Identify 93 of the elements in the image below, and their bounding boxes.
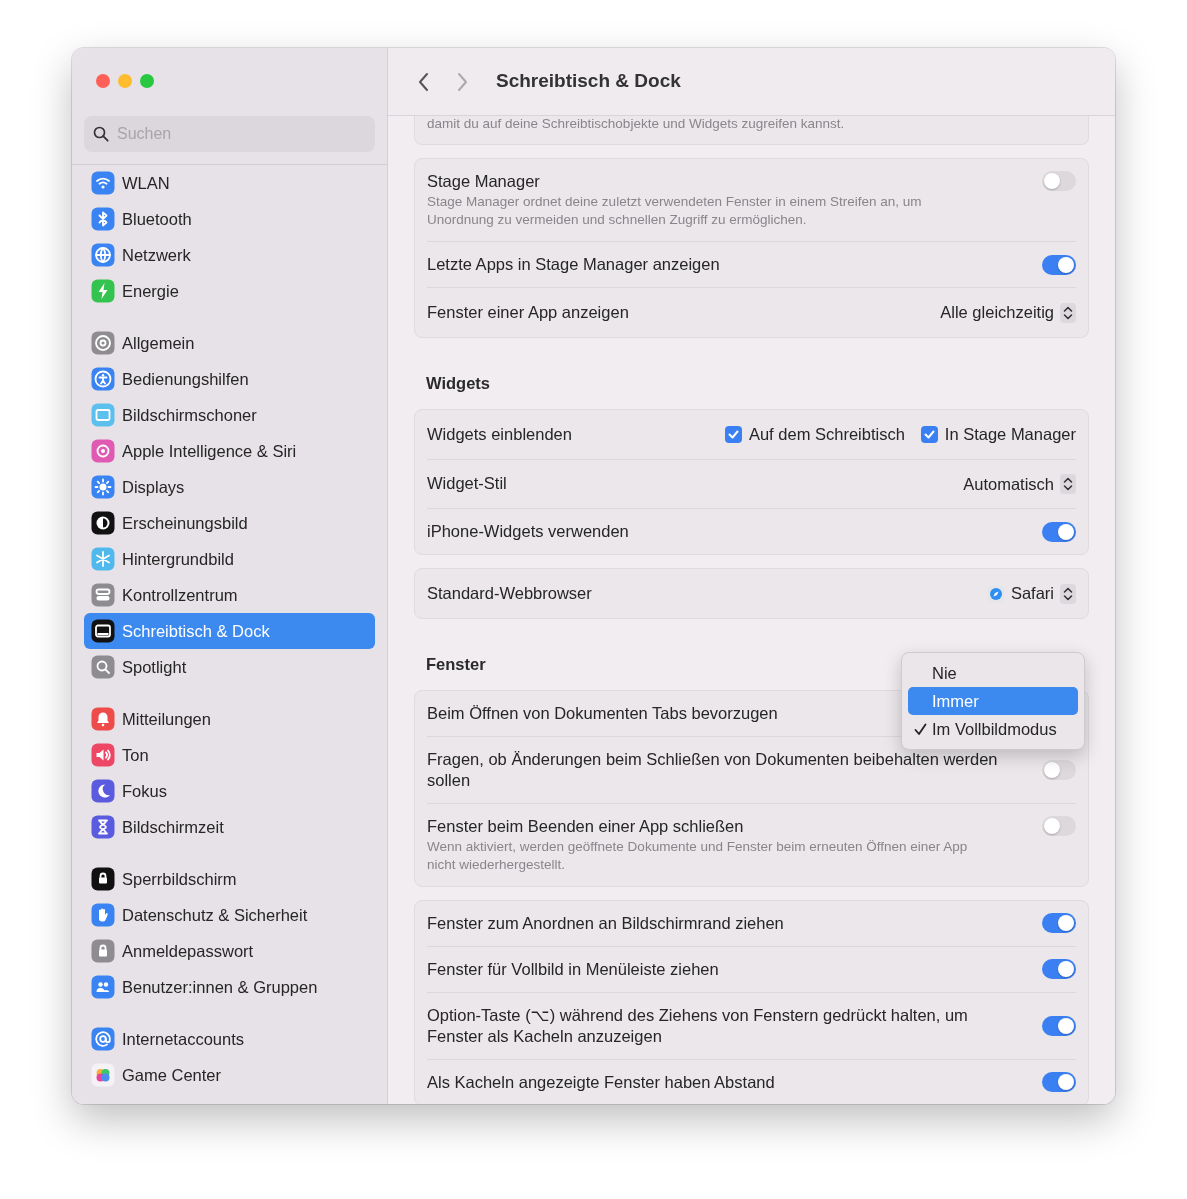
sidebar-item[interactable]: Spotlight — [84, 649, 375, 685]
setting-label: Als Kacheln angezeigte Fenster haben Abstand — [427, 1071, 775, 1093]
toggle-switch[interactable] — [1042, 1015, 1076, 1036]
globe-icon — [91, 243, 115, 267]
sidebar-item[interactable]: Benutzer:innen & Gruppen — [84, 969, 375, 1005]
checkbox[interactable] — [920, 425, 938, 443]
sun-icon — [91, 475, 115, 499]
description-text: damit du auf deine Schreibtischobjekte und Widgets zugreifen kannst. — [427, 116, 846, 133]
toggle-switch[interactable] — [1042, 171, 1076, 192]
setting-description: Wenn aktiviert, werden geöffnete Dokumente und Fenster beim erneuten Öffnen einer App nicht wiederhergestellt. — [427, 837, 969, 874]
section-heading: Widgets — [426, 373, 491, 394]
setting-label: Option-Taste (⌥) während des Ziehens von Fenstern gedrückt halten, um Fenster als Kacheln anzuzeigen — [427, 1004, 969, 1047]
sidebar-item[interactable]: Sperrbildschirm — [84, 861, 375, 897]
lightning-icon — [91, 279, 115, 303]
sidebar-item[interactable]: Netzwerk — [84, 237, 375, 273]
setting-label: Beim Öffnen von Dokumenten Tabs bevorzugen — [427, 702, 778, 724]
menu-item[interactable]: Im Vollbildmodus — [908, 715, 1078, 743]
chevron-left-icon — [418, 71, 430, 92]
sidebar-item[interactable]: Displays — [84, 469, 375, 505]
up-down-chevron-icon — [1060, 473, 1076, 494]
toggle-switch[interactable] — [1042, 521, 1076, 542]
setting-label: Fenster einer App anzeigen — [427, 302, 629, 324]
setting-label: Fragen, ob Änderungen beim Schließen von Dokumenten beibehalten werden sollen — [427, 748, 999, 791]
sidebar-item[interactable]: Anmeldepasswort — [84, 933, 375, 969]
search-icon — [91, 655, 115, 679]
sidebar-item[interactable]: Energie — [84, 273, 375, 309]
sidebar-item[interactable]: Ton — [84, 737, 375, 773]
accessibility-icon — [91, 367, 115, 391]
sidebar-item[interactable]: Bedienungshilfen — [84, 361, 375, 397]
sidebar-item[interactable]: Datenschutz & Sicherheit — [84, 897, 375, 933]
setting-label: iPhone-Widgets verwenden — [427, 521, 629, 543]
sidebar-item[interactable]: Erscheinungsbild — [84, 505, 375, 541]
people-icon — [91, 975, 115, 999]
chevron-right-icon — [456, 71, 468, 92]
bluetooth-icon — [91, 207, 115, 231]
moon-icon — [91, 779, 115, 803]
sidebar-item[interactable]: Bluetooth — [84, 201, 375, 237]
section-heading: Fenster — [426, 654, 486, 675]
screen-icon — [91, 403, 115, 427]
bell-icon — [91, 707, 115, 731]
sidebar-item[interactable]: Game Center — [84, 1057, 375, 1093]
sidebar-item[interactable]: Bildschirmzeit — [84, 809, 375, 845]
speaker-icon — [91, 743, 115, 767]
setting-label: Letzte Apps in Stage Manager anzeigen — [427, 254, 720, 276]
checkmark-icon — [727, 429, 739, 439]
sidebar-item[interactable]: Mitteilungen — [84, 701, 375, 737]
checkmark-icon — [923, 429, 935, 439]
sidebar-item[interactable]: Fokus — [84, 773, 375, 809]
popup-button[interactable]: Automatisch — [963, 471, 1076, 497]
toggle-switch[interactable] — [1042, 254, 1076, 275]
toggle-switch[interactable] — [1042, 759, 1076, 780]
up-down-chevron-icon — [1060, 302, 1076, 323]
menu-item[interactable]: Nie — [908, 659, 1078, 687]
wifi-icon — [91, 171, 115, 195]
colored-bubbles-icon — [91, 1063, 115, 1087]
checkbox-label: Auf dem Schreibtisch — [748, 423, 905, 445]
dock-icon — [91, 619, 115, 643]
setting-description: Stage Manager ordnet deine zuletzt verwendeten Fenster in einem Streifen an, um Unordnung zu vermeiden und schnellen Zugriff zu ermöglichen. — [427, 193, 923, 230]
window-title: Schreibtisch & Dock — [496, 69, 681, 94]
setting-label: Widget-Stil — [427, 473, 507, 495]
setting-label: Stage Manager — [427, 171, 541, 193]
toggle-switch[interactable] — [1042, 815, 1076, 836]
hand-icon — [91, 903, 115, 927]
popup-button[interactable]: Safari — [986, 581, 1076, 606]
sidebar-item[interactable]: Apple Intelligence & Siri — [84, 433, 375, 469]
checkbox-label: In Stage Manager — [944, 423, 1076, 445]
sidebar-item[interactable]: Allgemein — [84, 325, 375, 361]
setting-label: Widgets einblenden — [427, 423, 572, 445]
lock-icon — [91, 867, 115, 891]
hourglass-icon — [91, 815, 115, 839]
sidebar-item[interactable]: WLAN — [84, 165, 375, 201]
sidebar-item[interactable]: Hintergrundbild — [84, 541, 375, 577]
setting-label: Fenster für Vollbild in Menüleiste ziehen — [427, 958, 719, 980]
popup-button[interactable]: Alle gleichzeitig — [940, 300, 1076, 325]
sidebar-item[interactable]: Internetaccounts — [84, 1021, 375, 1057]
toggle-switch[interactable] — [1042, 959, 1076, 980]
switches-icon — [91, 583, 115, 607]
sidebar-item[interactable]: Kontrollzentrum — [84, 577, 375, 613]
flower-icon — [91, 439, 115, 463]
checkbox[interactable] — [724, 425, 742, 443]
toggle-switch[interactable] — [1042, 913, 1076, 934]
sidebar-item[interactable]: Bildschirmschoner — [84, 397, 375, 433]
close-button[interactable] — [96, 74, 110, 88]
at-sign-icon — [91, 1027, 115, 1051]
setting-label: Standard-Webbrowser — [427, 583, 592, 605]
setting-label: Fenster beim Beenden einer App schließen — [427, 815, 745, 837]
setting-label: Fenster zum Anordnen an Bildschirmrand ziehen — [427, 912, 784, 934]
gear-icon — [91, 331, 115, 355]
up-down-chevron-icon — [1060, 583, 1076, 604]
lock-icon — [91, 939, 115, 963]
toggle-switch[interactable] — [1042, 1072, 1076, 1093]
snowflake-icon — [91, 547, 115, 571]
checkmark-icon — [914, 722, 927, 736]
